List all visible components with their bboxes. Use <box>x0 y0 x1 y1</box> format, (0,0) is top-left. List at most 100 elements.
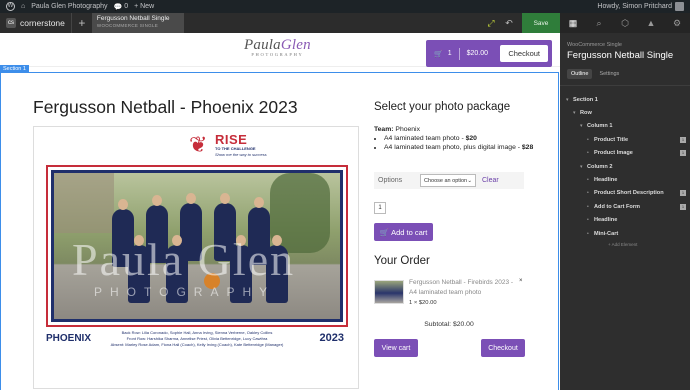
chevron-down-icon: ▾ <box>573 110 576 117</box>
outline-badge: 1 <box>680 136 686 143</box>
player-head <box>118 199 128 210</box>
options-row: Options Choose an option ⌄ Clear <box>374 172 524 189</box>
outline-item[interactable]: • Product Title 1 <box>560 133 690 146</box>
preview-canvas: PaulaGlen PHOTOGRAPHY 🛒 1 $20.00 Checkou… <box>0 33 560 390</box>
document-tab[interactable]: Fergusson Netball Single WOOCOMMERCE SIN… <box>91 13 184 33</box>
outline-item[interactable]: ▾ Column 1 <box>560 120 690 133</box>
player-names: Back Row: Lilia Coronado, Sophie Hall, A… <box>110 330 284 347</box>
quantity-input[interactable]: 1 <box>374 202 386 214</box>
options-label: Options <box>378 177 403 184</box>
comment-icon: 💬 <box>113 3 123 11</box>
element-icon: • <box>587 136 589 143</box>
add-element-button[interactable]: + Add Element <box>608 242 690 247</box>
paint-icon[interactable]: ▲ <box>638 13 664 33</box>
rise-logo: ❦ RISE TO THE CHALLENGE Show me the way … <box>189 132 267 157</box>
cart-item-qty-price: 1 × $20.00 <box>409 300 437 306</box>
photo-frame: Paula Glen PHOTOGRAPHY <box>46 165 348 327</box>
view-cart-button[interactable]: View cart <box>374 339 418 357</box>
tab-settings[interactable]: Settings <box>595 69 623 79</box>
cart-subtotal: Subtotal: $20.00 <box>424 321 474 328</box>
clear-link[interactable]: Clear <box>482 177 499 184</box>
team-year: 2023 <box>319 332 344 344</box>
site-name-link[interactable]: Paula Glen Photography <box>31 3 107 10</box>
outline-item[interactable]: • Product Short Description 1 <box>560 187 690 200</box>
chevron-down-icon: ⌄ <box>467 177 472 184</box>
element-icon: • <box>587 150 589 157</box>
cart-item-thumbnail[interactable] <box>374 280 404 304</box>
header-cart[interactable]: 🛒 1 $20.00 Checkout <box>426 40 552 67</box>
divider <box>458 47 460 60</box>
element-icon: • <box>587 203 589 210</box>
panel-tabs: Outline Settings <box>567 69 690 79</box>
cart-icon: 🛒 <box>379 227 389 237</box>
outline-item[interactable]: • Headline <box>560 173 690 186</box>
wp-admin-bar: W ⌂ Paula Glen Photography 💬 0 + New How… <box>0 0 690 13</box>
panel-toolbar: ▦ ⌕ ⬡ ▲ ⚙ <box>560 13 690 33</box>
account-menu[interactable]: Howdy, Simon Pritchard <box>597 2 684 11</box>
outline-badge: 1 <box>680 150 686 157</box>
new-content-link[interactable]: + New <box>134 3 154 10</box>
outline-item-label: Product Image <box>594 150 633 157</box>
outline-item[interactable]: • Add to Cart Form 1 <box>560 200 690 213</box>
chevron-down-icon: ▾ <box>580 123 583 130</box>
wordpress-logo-icon[interactable]: W <box>6 2 15 11</box>
cart-item-title[interactable]: Fergusson Netball - Firebirds 2023 - A4 … <box>409 278 519 298</box>
package-heading: Select your photo package <box>374 101 511 113</box>
outline-item-label: Product Title <box>594 136 629 143</box>
outline-item[interactable]: • Mini-Cart <box>560 227 690 240</box>
cornerstone-toolbar: cs cornerstone + Fergusson Netball Singl… <box>0 13 560 33</box>
outline-item-label: Headline <box>594 217 618 224</box>
short-description: Team: Phoenix A4 laminated team photo - … <box>374 125 534 152</box>
outline-item[interactable]: ▾ Section 1 <box>560 93 690 106</box>
outline-badge: 1 <box>680 190 686 197</box>
package-list: A4 laminated team photo - $20 A4 laminat… <box>384 134 534 152</box>
settings-icon[interactable]: ⚙ <box>664 13 690 33</box>
undo-icon[interactable]: ↶ <box>500 13 518 33</box>
outline-item[interactable]: • Product Image 1 <box>560 147 690 160</box>
cornerstone-brand[interactable]: cs cornerstone <box>0 13 71 33</box>
outline-badge: 1 <box>680 203 686 210</box>
element-icon: • <box>587 177 589 184</box>
outline-item-label: Row <box>580 110 592 117</box>
outline-item-label: Mini-Cart <box>594 230 619 237</box>
options-select[interactable]: Choose an option ⌄ <box>420 174 476 187</box>
product-image[interactable]: ❦ RISE TO THE CHALLENGE Show me the way … <box>33 126 359 389</box>
new-document-button[interactable]: + <box>72 13 92 33</box>
outline-tree: ▾ Section 1 ▾ Row ▾ Column 1 • Product Title 1 • P… <box>560 93 690 240</box>
wing-icon: ❦ <box>189 132 208 157</box>
tab-outline[interactable]: Outline <box>567 69 593 79</box>
team-photo: Paula Glen PHOTOGRAPHY <box>51 170 343 322</box>
outline-item[interactable]: ▾ Column 2 <box>560 160 690 173</box>
player-head <box>152 195 162 206</box>
outline-item[interactable]: ▾ Row <box>560 106 690 119</box>
comments-link[interactable]: 💬 0 <box>114 3 129 11</box>
chevron-down-icon: ▾ <box>580 163 583 170</box>
player-head <box>186 193 196 204</box>
element-icon: • <box>587 230 589 237</box>
save-button[interactable]: Save <box>522 13 560 33</box>
outline-item-label: Headline <box>594 177 618 184</box>
outline-item-label: Add to Cart Form <box>594 203 640 210</box>
builder-panel: ▦ ⌕ ⬡ ▲ ⚙ WooCommerce Single Fergusson N… <box>560 13 690 390</box>
layers-icon[interactable]: ▦ <box>560 13 586 33</box>
order-heading: Your Order <box>374 255 430 267</box>
outline-item[interactable]: • Headline <box>560 214 690 227</box>
document-tab-title: Fergusson Netball Single <box>96 15 170 22</box>
preview-icon[interactable]: ⤢ <box>482 13 500 33</box>
remove-item-icon[interactable]: × <box>519 278 523 284</box>
search-icon[interactable]: ⌕ <box>586 13 612 33</box>
home-icon[interactable]: ⌂ <box>21 3 25 10</box>
watermark: Paula Glen <box>72 234 296 285</box>
document-tab-subtitle: WOOCOMMERCE SINGLE <box>96 23 159 28</box>
player-head <box>254 197 264 208</box>
add-to-cart-button[interactable]: 🛒 Add to cart <box>374 223 433 241</box>
list-item: A4 laminated team photo, plus digital im… <box>384 143 534 152</box>
element-icon: • <box>587 190 589 197</box>
header-checkout-button[interactable]: Checkout <box>500 45 548 62</box>
site-header: PaulaGlen PHOTOGRAPHY 🛒 1 $20.00 Checkou… <box>0 33 560 67</box>
cart-total: $20.00 <box>466 50 489 57</box>
components-icon[interactable]: ⬡ <box>612 13 638 33</box>
outline-item-label: Product Short Description <box>594 190 664 197</box>
site-logo[interactable]: PaulaGlen PHOTOGRAPHY <box>244 37 311 57</box>
checkout-button[interactable]: Checkout <box>481 339 525 357</box>
